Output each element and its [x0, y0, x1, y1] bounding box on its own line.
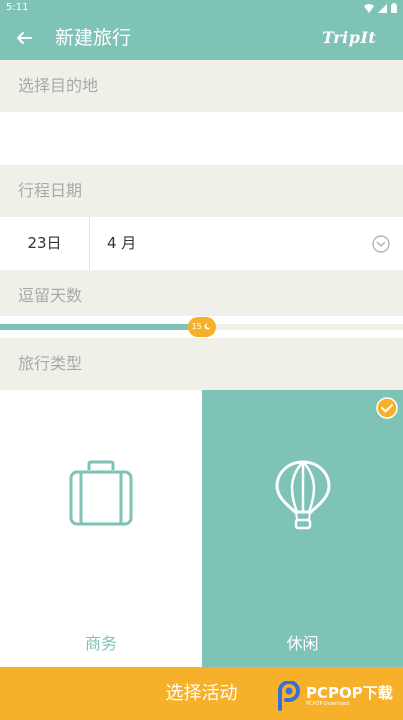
- page-title: 新建旅行: [55, 27, 132, 49]
- arrow-left-icon: [17, 32, 32, 44]
- pcpop-logo-icon: [278, 681, 300, 711]
- destination-section-header: 选择目的地: [0, 60, 403, 112]
- status-bar: 5:11: [0, 0, 403, 16]
- stay-section-header: 逗留天数: [0, 270, 403, 316]
- briefcase-icon: [69, 460, 133, 526]
- month-selector[interactable]: 4 月: [107, 217, 136, 270]
- trip-type-leisure-label: 休闲: [286, 634, 319, 653]
- destination-field[interactable]: [0, 112, 403, 165]
- trip-type-business-card[interactable]: 商务: [0, 390, 202, 667]
- trip-type-section-header: 旅行类型: [0, 338, 403, 390]
- balloon-icon-wrap: [202, 460, 403, 530]
- watermark-sub-text: PCPOP Download: [306, 700, 349, 707]
- date-row: 23日 4 月: [0, 217, 403, 270]
- watermark-text: PCPOP下载 PCPOP Download: [306, 685, 393, 708]
- briefcase-icon-wrap: [0, 460, 202, 526]
- slider-fill: [0, 324, 202, 330]
- pcpop-watermark: PCPOP下载 PCPOP Download: [276, 676, 393, 716]
- dates-section-header: 行程日期: [0, 165, 403, 217]
- slider-thumb[interactable]: 15: [187, 317, 216, 337]
- status-time: 5:11: [6, 2, 29, 13]
- tripit-logo: TripIt: [322, 28, 377, 47]
- chevron-down-icon[interactable]: [372, 235, 390, 253]
- trip-type-business-label: 商务: [84, 634, 117, 653]
- moon-icon: [204, 323, 211, 330]
- stay-days-value: 15: [191, 322, 202, 331]
- trip-type-grid: 商务 休闲: [0, 390, 403, 667]
- hot-air-balloon-icon: [274, 460, 331, 530]
- stay-days-slider[interactable]: 15: [0, 316, 403, 338]
- watermark-main-text: PCPOP下载: [306, 683, 393, 702]
- back-button[interactable]: [12, 26, 36, 50]
- trip-type-leisure-card[interactable]: 休闲: [202, 390, 403, 667]
- check-circle-icon: [376, 397, 398, 419]
- day-selector[interactable]: 23日: [0, 217, 90, 270]
- app-toolbar: 新建旅行 TripIt: [0, 16, 403, 60]
